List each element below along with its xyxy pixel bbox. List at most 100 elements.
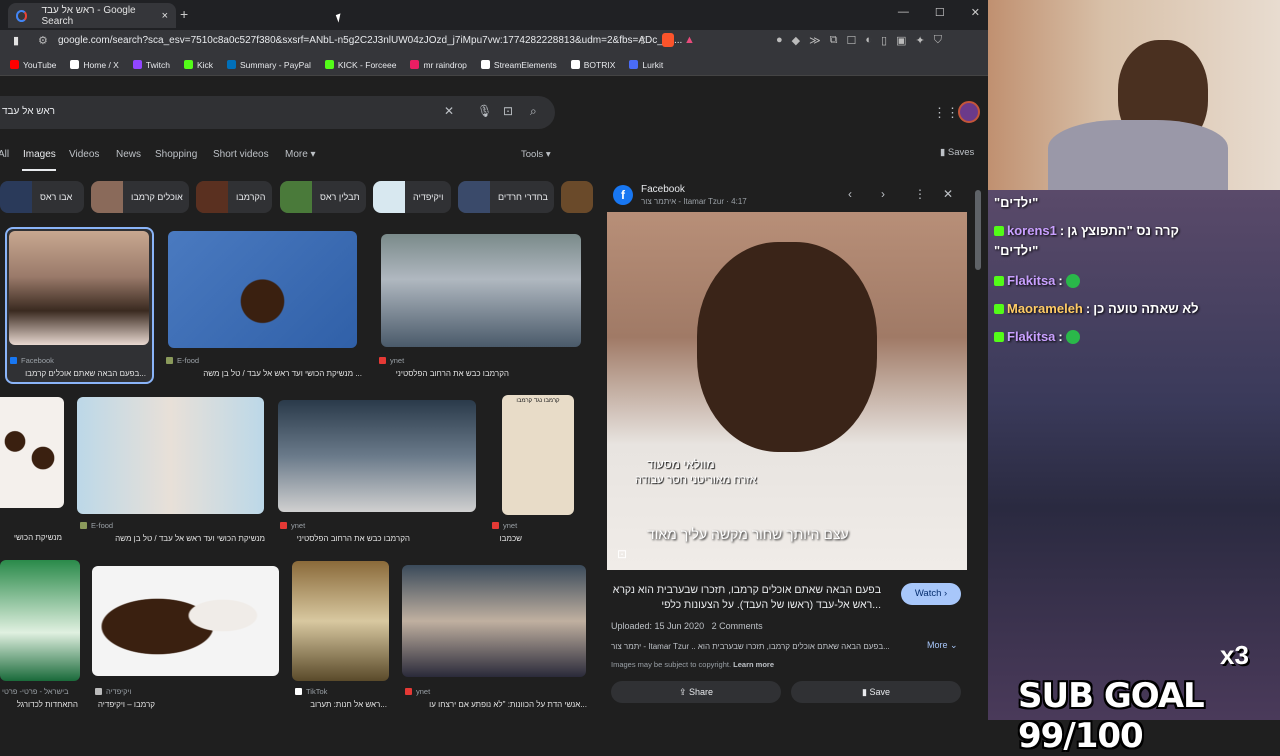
bookmark-item[interactable]: Summary - PayPal (227, 60, 311, 70)
tab-images[interactable]: Images (23, 149, 56, 160)
bookmark-item[interactable]: StreamElements (480, 60, 557, 70)
close-icon[interactable]: ✕ (943, 187, 953, 201)
result-caption[interactable]: קרמבו – ויקיפדיה (95, 700, 155, 709)
person-face (697, 242, 877, 452)
minimize-button[interactable]: — (898, 6, 909, 19)
result-image[interactable] (0, 397, 64, 508)
preview-site[interactable]: Facebook (641, 184, 685, 195)
tab-news[interactable]: News (116, 149, 141, 160)
result-image[interactable] (168, 231, 357, 348)
more-vert-icon[interactable]: ⋮ (914, 187, 926, 201)
search-icon[interactable]: ⌕ (530, 104, 537, 119)
save-button[interactable]: ▮ Save (791, 681, 961, 703)
chat-username[interactable]: Flakitsa (1007, 329, 1055, 344)
bookmark-item[interactable]: YouTube (10, 60, 56, 70)
extension-icon[interactable]: ⧉ (830, 34, 838, 47)
result-caption[interactable]: שכמבו (492, 534, 522, 543)
result-caption[interactable]: מנשיקת הכושי ועד ראש אל עבד / טל בן משה (80, 534, 265, 543)
extension-icon[interactable]: ● (776, 34, 783, 47)
chip[interactable]: הקרמבו (196, 181, 272, 213)
tab-more[interactable]: More ▾ (285, 149, 316, 160)
bookmark-item[interactable]: Lurkit (629, 60, 663, 70)
more-button[interactable]: More ⌄ (927, 640, 958, 651)
result-caption[interactable]: בפעם הבאה שאתם אוכלים קרמבו... (10, 369, 146, 378)
shield-icon[interactable]: ⛉ (934, 34, 942, 47)
new-tab-button[interactable]: + (180, 6, 188, 22)
result-caption[interactable]: מנשיקת הכושי (0, 533, 62, 542)
avatar[interactable] (958, 101, 980, 123)
result-caption[interactable]: מנשיקת הכושי ועד ראש אל עבד / טל בן משה … (166, 369, 362, 378)
tab-short-videos[interactable]: Short videos (213, 149, 269, 160)
result-image[interactable] (9, 231, 149, 345)
bookmark-item[interactable]: mr raindrop (410, 60, 467, 70)
result-image[interactable] (292, 561, 389, 681)
close-window-button[interactable]: ✕ (971, 6, 980, 19)
chat-username[interactable]: Maorameleh (1007, 301, 1083, 316)
chip[interactable]: אבו ראס (0, 181, 84, 213)
chip[interactable]: תבלין ראס (280, 181, 366, 213)
sidebar-icon[interactable]: ▯ (881, 34, 887, 47)
microphone-icon[interactable]: 🎙 (477, 104, 492, 118)
preview-title[interactable]: בפעם הבאה שאתם אוכלים קרמבו, תזכרו שבערב… (611, 583, 881, 613)
share-button[interactable]: ⇪ Share (611, 681, 781, 703)
extensions-bar: ● ◆ ≫ ⧉ ☐ ◐ ▯ ▣ ✦ ⛉ (776, 34, 942, 47)
extension-icon[interactable]: ✦ (916, 34, 925, 47)
watch-button[interactable]: Watch › (901, 583, 961, 605)
scrollbar[interactable] (975, 190, 981, 270)
extension-icon[interactable]: ≫ (809, 34, 821, 47)
result-caption[interactable]: התאחדות לכדורגל (0, 700, 78, 709)
share-icon[interactable]: ⇪ (638, 34, 647, 47)
url-field[interactable]: google.com/search?sca_esv=7510c8a0c527f3… (58, 35, 682, 46)
extension-icon[interactable]: ◐ (865, 34, 872, 47)
result-image[interactable] (278, 400, 476, 512)
tools-button[interactable]: Tools ▾ (521, 149, 551, 160)
result-caption[interactable]: הקרמבו כבש את הרחוב הפלסטיני (280, 534, 410, 543)
chip[interactable]: בחדרי חרדים (458, 181, 554, 213)
bookmark-icon[interactable]: ▮ (13, 34, 19, 47)
site-info-icon[interactable]: ⚙ (38, 34, 48, 47)
extension-icon[interactable]: ◆ (792, 34, 800, 47)
extension-icon[interactable]: ▣ (896, 34, 906, 47)
chip[interactable] (561, 181, 593, 213)
extension-icon[interactable]: ☐ (847, 34, 857, 47)
tab-shopping[interactable]: Shopping (155, 149, 197, 160)
result-image[interactable] (0, 560, 80, 681)
result-caption[interactable]: אנשי הדת על הכוונות: "לא נופתע אם ירצחו … (405, 700, 587, 709)
clear-icon[interactable]: ✕ (444, 104, 454, 118)
next-icon[interactable]: › (881, 187, 885, 201)
result-image[interactable]: קרמבו נגד קרמבו (502, 395, 574, 515)
bookmark-item[interactable]: BOTRIX (570, 60, 615, 70)
prev-icon[interactable]: ‹ (848, 187, 852, 201)
brave-shield-icon[interactable] (662, 33, 674, 47)
bookmark-item[interactable]: Home / X (70, 60, 119, 70)
bookmark-item[interactable]: Kick (183, 60, 213, 70)
lens-icon[interactable]: ⊡ (503, 104, 513, 118)
chip[interactable]: אוכלים קרמבו (91, 181, 189, 213)
bookmark-item[interactable]: Twitch (132, 60, 170, 70)
bookmark-item[interactable]: KICK - Forceee (324, 60, 396, 70)
result-image[interactable] (77, 397, 264, 514)
result-image[interactable] (92, 566, 279, 676)
chip[interactable]: ויקיפדיה (373, 181, 451, 213)
result-image[interactable] (402, 565, 586, 677)
search-input[interactable]: ראש אל עבד (2, 106, 55, 117)
learn-more-link[interactable]: Learn more (733, 660, 774, 669)
preview-video[interactable]: מוולאי מסעוד אזרח מאוריטני חסר עבודה עצם… (607, 212, 967, 570)
search-box[interactable]: ראש אל עבד ✕ 🎙 ⊡ ⌕ (0, 96, 555, 129)
tab-google-search[interactable]: ראש אל עבד - Google Search × (8, 3, 176, 28)
chat-username[interactable]: korens1 (1007, 223, 1057, 238)
tab-videos[interactable]: Videos (69, 149, 99, 160)
result-source: Facebook (10, 356, 54, 365)
result-caption[interactable]: הקרמבו כבש את הרחוב הפלסטיני (379, 369, 509, 378)
upload-date: Uploaded: 15 Jun 2020 (611, 621, 705, 631)
chat-username[interactable]: Flakitsa (1007, 273, 1055, 288)
rewards-icon[interactable]: ▲ (684, 34, 695, 46)
saves-button[interactable]: ▮ Saves (940, 147, 974, 158)
tab-all[interactable]: All (0, 149, 9, 160)
comments-count[interactable]: 2 Comments (712, 621, 763, 631)
tab-close-icon[interactable]: × (162, 10, 168, 22)
result-image[interactable] (381, 234, 581, 347)
result-caption[interactable]: ראש אל חנות: תערוב... (295, 700, 387, 709)
maximize-button[interactable]: ☐ (935, 6, 945, 19)
lens-icon[interactable]: ⊡ (617, 547, 627, 561)
